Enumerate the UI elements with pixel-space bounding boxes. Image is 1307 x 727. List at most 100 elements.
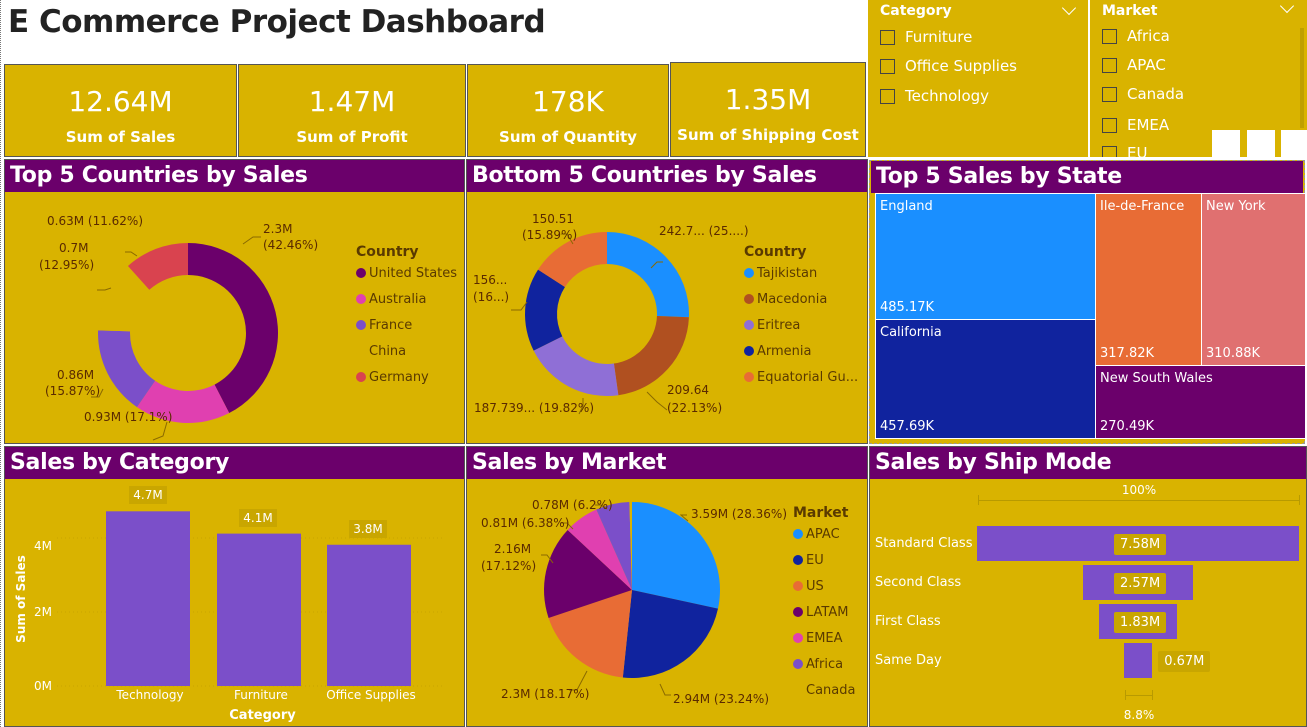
funnel-data-label: 1.83M (1114, 612, 1167, 633)
legend-marker (793, 607, 803, 617)
slicer-item-label: EU (1127, 144, 1148, 157)
bar-furniture[interactable] (217, 533, 301, 686)
slicer-item-label: Furniture (905, 28, 973, 46)
data-label: 187.739... (19.82%) (474, 401, 594, 415)
legend-item[interactable]: United States (356, 260, 457, 286)
checkbox[interactable] (880, 88, 895, 104)
legend-item[interactable]: Germany (356, 364, 457, 390)
legend-marker (793, 685, 803, 695)
checkbox[interactable] (1102, 86, 1117, 102)
chevron-down-icon[interactable] (1279, 0, 1295, 14)
category-slicer[interactable]: Category Furniture Office Supplies Techn… (868, 0, 1088, 157)
slicer-item-eu[interactable]: EU (1102, 144, 1147, 157)
kpi-card-profit[interactable]: 1.47M Sum of Profit (238, 64, 466, 157)
checkbox[interactable] (1102, 117, 1117, 133)
legend-item[interactable]: Australia (356, 286, 457, 312)
leader-line (125, 251, 138, 257)
treemap-cell[interactable]: California 457.69K (875, 319, 1096, 439)
legend-item[interactable]: LATAM (793, 599, 855, 625)
funnel-top-percent: 100% (1121, 483, 1157, 497)
treemap-cell[interactable]: England 485.17K (875, 193, 1096, 320)
legend-item[interactable]: APAC (793, 521, 855, 547)
leader-line (659, 683, 671, 696)
treemap-cell[interactable]: New York 310.88K (1201, 193, 1306, 366)
pie-slice-eritrea[interactable] (533, 336, 619, 396)
legend-item[interactable]: Africa (793, 651, 855, 677)
market-slicer[interactable]: Market Africa APAC Canada EMEA EU (1090, 0, 1307, 157)
kpi-card-shipping-cost[interactable]: 1.35M Sum of Shipping Cost (670, 62, 866, 157)
funnel-category-label: Second Class (875, 575, 962, 590)
legend-item[interactable]: US (793, 573, 855, 599)
legend-label: France (369, 317, 413, 333)
legend-title: Country (356, 244, 419, 260)
funnel-data-label: 0.67M (1158, 651, 1211, 672)
treemap-cell[interactable]: New South Wales 270.49K (1095, 365, 1306, 439)
cell-value: 270.49K (1100, 419, 1155, 434)
pie-slice-tajikistan[interactable] (607, 232, 689, 318)
sales-by-market-panel: Sales by Market 3.59M (28.36%) 2.94M (23… (466, 446, 868, 727)
legend-item[interactable]: Tajikistan (744, 260, 858, 286)
kpi-card-quantity[interactable]: 178K Sum of Quantity (467, 64, 669, 157)
legend-marker (744, 372, 754, 382)
legend-title: Market (793, 505, 849, 521)
filter-icon[interactable] (1247, 130, 1275, 157)
data-label: 156... (473, 273, 508, 287)
funnel-axis-top (978, 500, 1300, 501)
legend-label: United States (369, 265, 458, 281)
data-label: (15.89%) (522, 228, 578, 242)
slicer-item-africa[interactable]: Africa (1102, 27, 1170, 45)
legend-marker (356, 268, 366, 278)
legend-item[interactable]: Eritrea (744, 312, 858, 338)
slicer-scrollbar[interactable] (1300, 28, 1304, 128)
checkbox[interactable] (1102, 28, 1117, 44)
legend-label: EMEA (806, 630, 843, 646)
legend-item[interactable]: France (356, 312, 457, 338)
bottom5-donut[interactable] (525, 232, 689, 396)
checkbox[interactable] (1102, 57, 1117, 73)
slicer-item-label: APAC (1127, 56, 1166, 74)
legend-item[interactable]: China (356, 338, 457, 364)
slicer-item-office-supplies[interactable]: Office Supplies (880, 57, 1017, 75)
bar-office-supplies[interactable] (327, 544, 411, 686)
legend-item[interactable]: Canada (793, 677, 855, 703)
funnel-category-label: Same Day (875, 653, 942, 668)
slicer-item-canada[interactable]: Canada (1102, 85, 1184, 103)
slicer-item-technology[interactable]: Technology (880, 87, 989, 105)
legend-item[interactable]: Equatorial Gu... (744, 364, 858, 390)
slicer-item-furniture[interactable]: Furniture (880, 28, 972, 46)
legend: Country Tajikistan Macedonia Eritrea Armeni… (744, 244, 858, 390)
y-axis-label: Sum of Sales (14, 555, 28, 643)
legend-label: Canada (806, 682, 856, 698)
focus-mode-icon[interactable] (1212, 130, 1240, 157)
cell-name: England (880, 199, 933, 214)
legend-label: US (806, 578, 824, 594)
pie-slice-united-states[interactable] (188, 243, 279, 414)
data-label: 0.63M (11.62%) (47, 214, 144, 228)
checkbox[interactable] (880, 29, 895, 45)
legend-item[interactable]: EU (793, 547, 855, 573)
data-label: 150.51 (532, 212, 574, 226)
chevron-down-icon[interactable] (1061, 0, 1077, 16)
market-pie[interactable] (544, 502, 720, 678)
top5-donut[interactable] (98, 243, 279, 423)
treemap-cell[interactable]: Ile-de-France 317.82K (1095, 193, 1202, 366)
more-options-icon[interactable] (1281, 130, 1307, 157)
kpi-label: Sum of Sales (65, 128, 176, 146)
data-label: 2.16M (494, 542, 532, 556)
x-tick: Furniture (234, 688, 288, 702)
legend-item[interactable]: Armenia (744, 338, 858, 364)
funnel-category-label: Standard Class (875, 536, 973, 551)
funnel-bar[interactable] (1123, 643, 1153, 678)
legend-marker (356, 372, 366, 382)
slicer-item-apac[interactable]: APAC (1102, 56, 1166, 74)
checkbox[interactable] (1102, 145, 1117, 157)
legend-label: Eritrea (757, 317, 801, 333)
kpi-card-sales[interactable]: 12.64M Sum of Sales (4, 64, 237, 157)
legend-marker (356, 346, 366, 356)
legend-item[interactable]: EMEA (793, 625, 855, 651)
legend-item[interactable]: Macedonia (744, 286, 858, 312)
bar-technology[interactable] (106, 511, 190, 686)
kpi-value: 12.64M (68, 85, 173, 118)
slicer-item-emea[interactable]: EMEA (1102, 116, 1169, 134)
checkbox[interactable] (880, 58, 895, 74)
